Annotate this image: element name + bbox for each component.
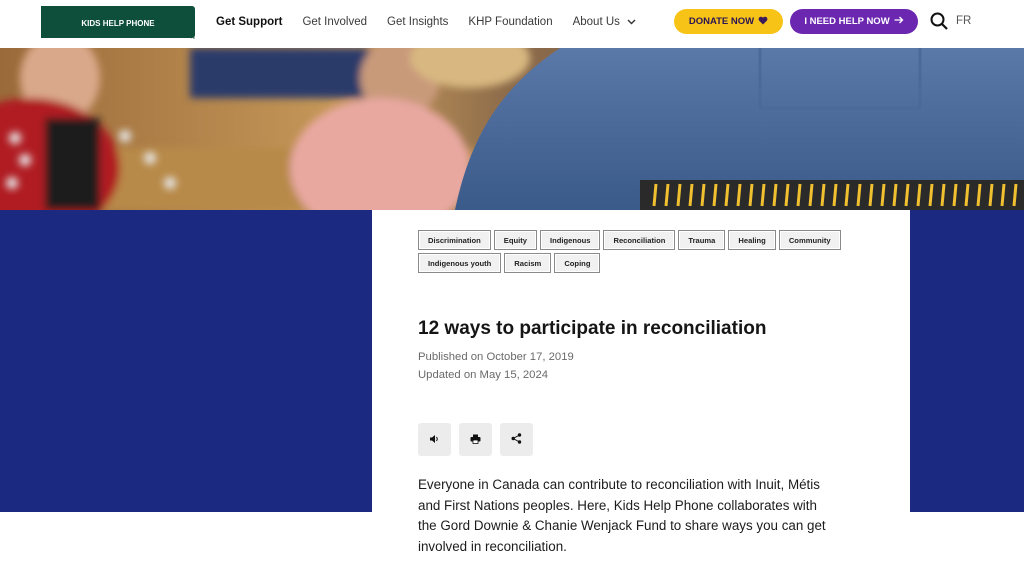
- nav-about-us[interactable]: About Us: [573, 16, 637, 28]
- tag-indigenous[interactable]: Indigenous: [539, 230, 601, 250]
- tag-racism[interactable]: Racism: [504, 253, 552, 273]
- main-nav: Get Support Get Involved Get Insights KH…: [216, 0, 656, 44]
- language-toggle[interactable]: FR: [956, 15, 971, 27]
- chevron-down-icon: [627, 16, 636, 28]
- nav-get-support[interactable]: Get Support: [216, 16, 282, 28]
- donate-label: DONATE NOW: [688, 16, 755, 27]
- article-card: Discrimination Equity Indigenous Reconci…: [372, 210, 910, 579]
- speaker-icon: [429, 431, 440, 449]
- tag-list: Discrimination Equity Indigenous Reconci…: [418, 230, 858, 276]
- tag-discrimination[interactable]: Discrimination: [418, 230, 491, 250]
- nav-get-insights[interactable]: Get Insights: [387, 16, 448, 28]
- tag-trauma[interactable]: Trauma: [678, 230, 726, 250]
- svg-text:TM: TM: [191, 36, 195, 40]
- arrow-right-icon: [894, 16, 904, 27]
- tag-healing[interactable]: Healing: [728, 230, 776, 250]
- hero-image: [0, 48, 1024, 210]
- nav-get-involved[interactable]: Get Involved: [302, 16, 367, 28]
- tag-coping[interactable]: Coping: [554, 253, 601, 273]
- tag-indigenous-youth[interactable]: Indigenous youth: [418, 253, 502, 273]
- share-icon: [511, 431, 522, 449]
- listen-button[interactable]: [418, 423, 451, 456]
- print-button[interactable]: [459, 423, 492, 456]
- heart-icon: [758, 16, 768, 28]
- nav-khp-foundation[interactable]: KHP Foundation: [468, 16, 552, 28]
- tag-equity[interactable]: Equity: [493, 230, 537, 250]
- site-header: KIDS HELP PHONE TM Get Support Get Invol…: [0, 0, 1024, 48]
- search-icon[interactable]: [930, 12, 948, 30]
- published-date: Published on October 17, 2019: [418, 351, 574, 363]
- share-button[interactable]: [500, 423, 533, 456]
- tag-row-1: Discrimination Equity Indigenous Reconci…: [418, 230, 858, 250]
- khp-logo[interactable]: KIDS HELP PHONE TM: [41, 6, 196, 40]
- need-help-label: I NEED HELP NOW: [804, 16, 890, 27]
- article-tools: [418, 423, 533, 456]
- nav-about-us-label: About Us: [572, 16, 620, 29]
- print-icon: [470, 431, 481, 449]
- tag-reconciliation[interactable]: Reconciliation: [603, 230, 676, 250]
- donate-button[interactable]: DONATE NOW: [674, 9, 783, 34]
- article-intro: Everyone in Canada can contribute to rec…: [418, 477, 826, 554]
- need-help-button[interactable]: I NEED HELP NOW: [790, 9, 918, 34]
- logo-text: KIDS HELP PHONE: [81, 19, 155, 28]
- tag-community[interactable]: Community: [778, 230, 841, 250]
- article-title: 12 ways to participate in reconciliation: [418, 318, 767, 339]
- tag-row-2: Indigenous youth Racism Coping: [418, 253, 858, 273]
- updated-date: Updated on May 15, 2024: [418, 369, 549, 381]
